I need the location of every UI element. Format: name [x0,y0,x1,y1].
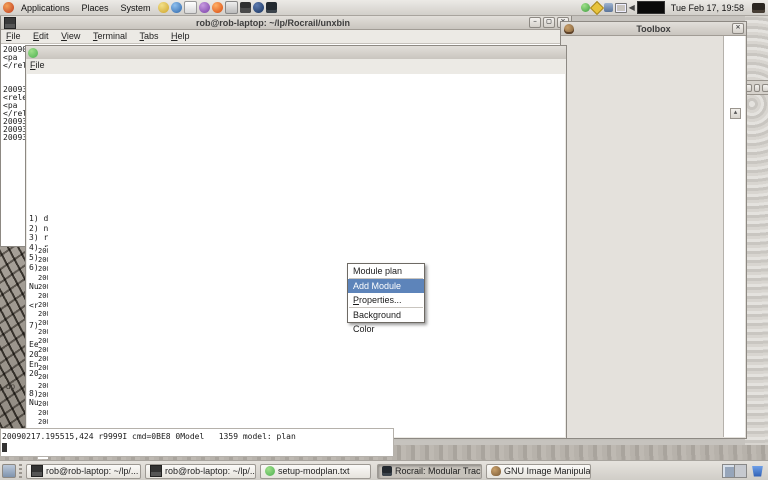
tray-train-icon[interactable] [752,3,765,13]
show-desktop-button[interactable] [2,464,16,478]
terminal-menu-tabs[interactable]: Tabs [134,30,163,42]
context-item-add-module[interactable]: Add Module [348,279,424,293]
terminal-cursor [2,443,7,452]
toolbox-body-strip: ▴ [723,36,745,437]
taskbar-label: GNU Image Manipulati... [504,466,591,476]
editor-window: File 1) d 2) n 3) r 4) r 5) r 6) n Nu z … [25,45,567,439]
panel-clock[interactable]: Tue Feb 17, 19:58 [665,3,750,13]
desktop: dp rob@rob-laptop: ~/lp/Rocrail/unxbin –… [0,0,768,480]
terminal-menu-edit[interactable]: Edit [28,30,54,42]
applications-menu[interactable]: Applications [15,3,76,13]
editor-text: 1) d 2) n 3) r 4) r 5) r 6) n Nu z <roc … [27,74,565,408]
rocrail-icon [382,466,392,476]
launcher-icon-1[interactable] [158,2,169,13]
tray-alert-icon[interactable] [590,0,604,14]
taskbar-label: setup-modplan.txt [278,466,350,476]
terminal-menu-file[interactable]: File [1,30,26,42]
toolbox-title: Toolbox [577,24,730,34]
tray-network-icon[interactable] [604,3,613,12]
terminal-menu-terminal[interactable]: Terminal [88,30,132,42]
taskbar-handle [19,464,22,478]
wallpaper-text-fragment: dp [6,382,15,391]
taskbar: rob@rob-laptop: ~/lp/... rob@rob-laptop:… [0,460,768,480]
launcher-thunderbird-icon[interactable] [171,2,182,13]
terminal-menubar: File Edit View Terminal Tabs Help [1,30,571,44]
taskbar-label: rob@rob-laptop: ~/lp/... [165,466,256,476]
terminal-titlebar[interactable]: rob@rob-laptop: ~/lp/Rocrail/unxbin – ▢ … [1,16,571,30]
launcher-terminal-icon[interactable] [240,2,251,13]
taskbar-rocrail[interactable]: Rocrail: Modular Track ... [377,464,482,479]
toolbox-window: Toolbox ✕ ▴ [560,21,747,439]
terminal-icon [150,465,162,477]
taskbar-editor[interactable]: setup-modplan.txt [260,464,371,479]
terminal-maximize-button[interactable]: ▢ [543,17,555,28]
workspace-1[interactable] [723,465,735,477]
terminal-menu-help[interactable]: Help [166,30,195,42]
editor-body[interactable]: 1) d 2) n 3) r 4) r 5) r 6) n Nu z <roc … [27,74,565,437]
system-menu[interactable]: System [115,3,157,13]
terminal-menu-view[interactable]: View [56,30,85,42]
terminal-icon [31,465,43,477]
launcher-sphere-icon[interactable] [253,2,264,13]
places-menu[interactable]: Places [76,3,115,13]
context-item-background-color[interactable]: Background Color [348,308,424,322]
maximize-icon[interactable] [754,84,761,92]
terminal-title: rob@rob-laptop: ~/lp/Rocrail/unxbin [19,18,527,28]
taskbar-terminal-2[interactable]: rob@rob-laptop: ~/lp/... [145,464,256,479]
taskbar-terminal-1[interactable]: rob@rob-laptop: ~/lp/... [26,464,141,479]
launcher-icon-2[interactable] [199,2,210,13]
editor-icon [28,48,38,58]
workspace-2[interactable] [735,465,746,477]
tray-update-icon[interactable] [581,3,590,12]
terminal-bottom-line: 20090217.195515,424 r9999I cmd=0BE8 0Mod… [1,429,393,441]
terminal-bottom-sliver: 20090217.195515,424 r9999I cmd=0BE8 0Mod… [0,428,394,457]
gnome-top-panel: Applications Places System ◀ Tue Feb 17,… [0,0,768,16]
distro-logo-icon[interactable] [3,2,14,13]
tray-preview-window[interactable] [637,1,665,14]
tray-volume-icon[interactable]: ◀ [629,3,635,12]
toolbox-close-button[interactable]: ✕ [732,23,744,34]
context-item-module-plan[interactable]: Module plan [348,264,424,278]
gimp-wilber-icon [491,466,501,476]
toolbox-scroll-up-icon[interactable]: ▴ [730,108,741,119]
toolbox-titlebar[interactable]: Toolbox ✕ [561,22,746,36]
taskbar-label: Rocrail: Modular Track ... [395,466,482,476]
launcher-train-icon[interactable] [266,2,277,13]
gimp-wilber-icon [564,24,574,34]
taskbar-label: rob@rob-laptop: ~/lp/... [46,466,138,476]
taskbar-gimp[interactable]: GNU Image Manipulati... [486,464,591,479]
module-context-menu: Module plan Add Module Properties... Bac… [347,263,425,323]
context-item-properties[interactable]: Properties... [348,293,424,307]
workspace-switcher[interactable] [722,464,747,478]
editor-titlebar[interactable] [26,46,566,59]
close-icon[interactable] [762,84,768,92]
tray-display-icon[interactable] [615,3,627,13]
editor-menubar: File [26,59,566,72]
launcher-notes-icon[interactable] [184,1,197,14]
trash-icon[interactable] [751,466,764,477]
terminal-minimize-button[interactable]: – [529,17,541,28]
terminal-icon [4,17,16,29]
editor-menu-file[interactable]: File [26,59,49,71]
log-column-text: 2009 2009 2009 2009 2009 2009 2009 2009 … [38,247,48,445]
launcher-firefox-icon[interactable] [212,2,223,13]
launcher-doc-icon[interactable] [225,1,238,14]
editor-icon [265,466,275,476]
